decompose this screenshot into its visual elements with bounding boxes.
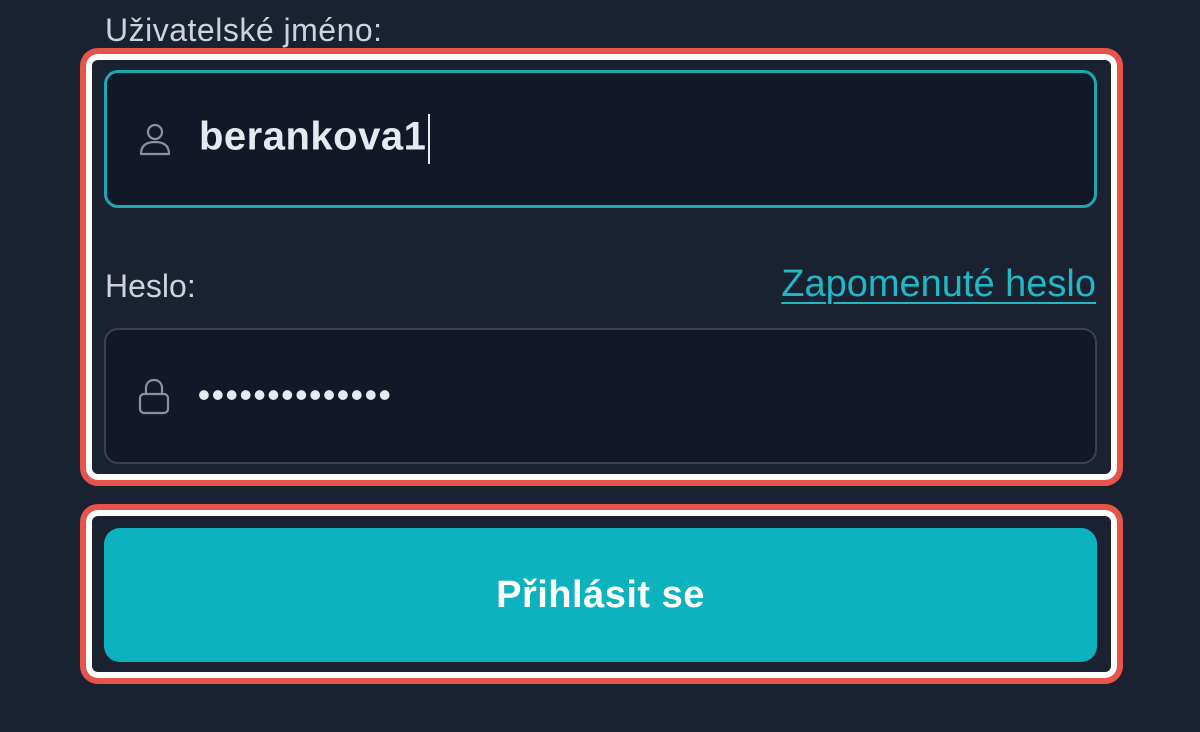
username-label: Uživatelské jméno: xyxy=(105,12,383,48)
user-icon xyxy=(139,123,171,156)
username-value: berankova1 xyxy=(199,114,427,159)
username-value-wrap: berankova1 xyxy=(199,114,431,164)
lock-icon xyxy=(138,378,170,415)
login-button[interactable]: Přihlásit se xyxy=(104,528,1097,662)
password-input[interactable]: •••••••••••••• xyxy=(104,328,1097,464)
login-form: Uživatelské jméno: berankova1 Heslo: Zap… xyxy=(0,0,1200,732)
text-caret xyxy=(428,114,431,164)
username-input[interactable]: berankova1 xyxy=(104,70,1097,208)
password-label: Heslo: xyxy=(105,268,196,304)
password-value: •••••••••••••• xyxy=(198,376,393,415)
forgot-password-link[interactable]: Zapomenuté heslo xyxy=(781,263,1096,306)
